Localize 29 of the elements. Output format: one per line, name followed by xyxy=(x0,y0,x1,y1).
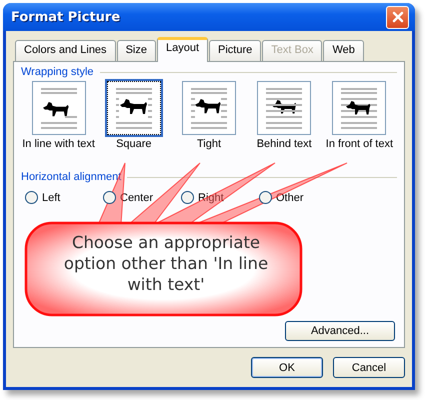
tab[interactable]: Web xyxy=(323,40,364,61)
dialog-button[interactable]: OK xyxy=(251,357,323,378)
wrapping-option-button[interactable] xyxy=(332,81,386,135)
advanced-button[interactable]: Advanced... xyxy=(285,321,395,341)
option-label: Square xyxy=(116,138,152,150)
tab[interactable]: Size xyxy=(116,40,156,61)
window-title: Format Picture xyxy=(11,10,120,24)
radio-label: Other xyxy=(276,192,304,204)
option-label: Tight xyxy=(196,138,222,150)
close-icon xyxy=(392,11,404,23)
option-label: Behind text xyxy=(256,138,312,150)
wrapping-option-button[interactable] xyxy=(257,81,312,135)
radio-button[interactable] xyxy=(181,191,194,204)
group-label: Wrapping style xyxy=(21,66,94,78)
close-button[interactable] xyxy=(386,6,409,28)
radio-button[interactable] xyxy=(103,191,116,204)
tab[interactable]: Layout xyxy=(156,37,208,62)
wrapping-option-button[interactable] xyxy=(106,81,161,135)
wrapping-option-button[interactable] xyxy=(182,81,236,135)
dialog-button[interactable]: Cancel xyxy=(333,357,405,378)
radio-button[interactable] xyxy=(25,191,38,204)
tab[interactable]: Colors and Lines xyxy=(15,40,116,61)
radio-label: Left xyxy=(42,192,60,204)
option-label: In line with text xyxy=(22,138,95,150)
option-label: In front of text xyxy=(326,138,394,150)
wrapping-option-button[interactable] xyxy=(32,81,86,135)
tab[interactable]: Picture xyxy=(209,40,262,61)
callout-text: Choose an appropriate option other than 'In line with text' xyxy=(62,232,270,295)
radio-button[interactable] xyxy=(259,191,272,204)
